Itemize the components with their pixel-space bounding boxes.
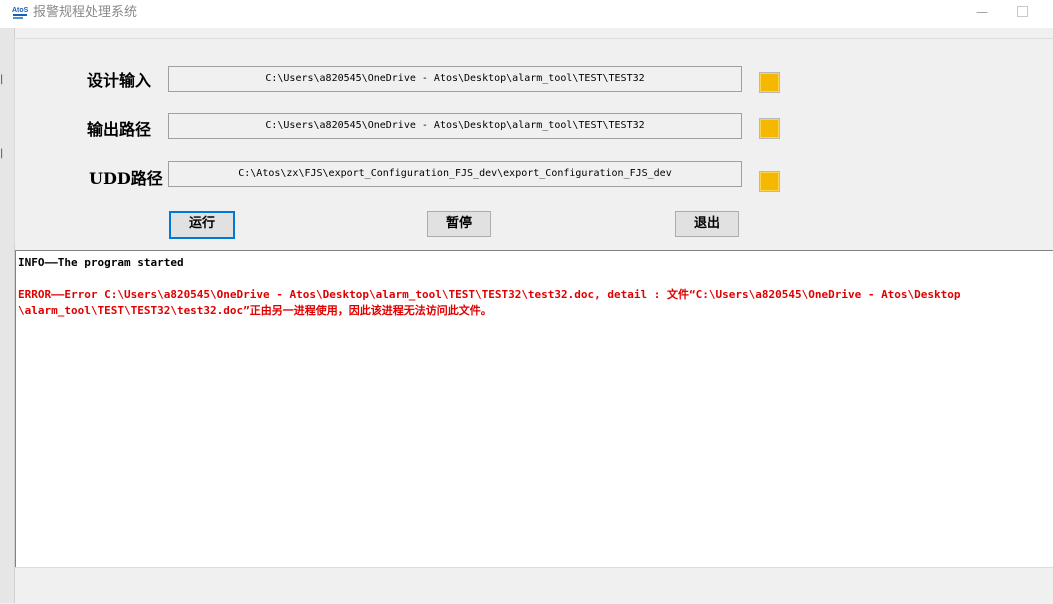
edge-fragment: | xyxy=(0,148,4,159)
config-panel: 设计输入 C:\Users\a820545\OneDrive - Atos\De… xyxy=(14,38,1053,245)
log-output[interactable]: INFO——The program started ERROR——Error C… xyxy=(15,250,1053,568)
window-title: 报警规程处理系统 xyxy=(33,5,138,20)
design-input-field[interactable]: C:\Users\a820545\OneDrive - Atos\Desktop… xyxy=(168,66,742,92)
app-icon: AtoS xyxy=(12,7,28,19)
background-window-edge: | | xyxy=(0,28,15,603)
output-path-field[interactable]: C:\Users\a820545\OneDrive - Atos\Desktop… xyxy=(168,113,742,139)
title-bar: AtoS 报警规程处理系统 — xyxy=(0,0,1053,28)
log-error-line-continued: \alarm_tool\TEST\TEST32\test32.doc”正由另一进… xyxy=(18,304,492,317)
design-input-label: 设计输入 xyxy=(87,71,152,90)
minimize-button[interactable]: — xyxy=(972,2,992,22)
udd-path-browse-button[interactable] xyxy=(759,171,780,192)
run-button[interactable]: 运行 xyxy=(169,211,235,239)
maximize-button[interactable] xyxy=(1017,6,1028,17)
log-info-line: INFO——The program started xyxy=(18,256,184,269)
status-bar xyxy=(15,567,1053,604)
output-path-label: 输出路径 xyxy=(87,120,152,139)
exit-button[interactable]: 退出 xyxy=(675,211,739,237)
design-input-browse-button[interactable] xyxy=(759,72,780,93)
udd-path-field[interactable]: C:\Atos\zx\FJS\export_Configuration_FJS_… xyxy=(168,161,742,187)
svg-text:AtoS: AtoS xyxy=(12,7,28,14)
pause-button[interactable]: 暂停 xyxy=(427,211,491,237)
edge-fragment: | xyxy=(0,74,4,85)
log-error-line: ERROR——Error C:\Users\a820545\OneDrive -… xyxy=(18,288,961,301)
udd-path-label: UDD路径 xyxy=(89,169,163,188)
output-path-browse-button[interactable] xyxy=(759,118,780,139)
